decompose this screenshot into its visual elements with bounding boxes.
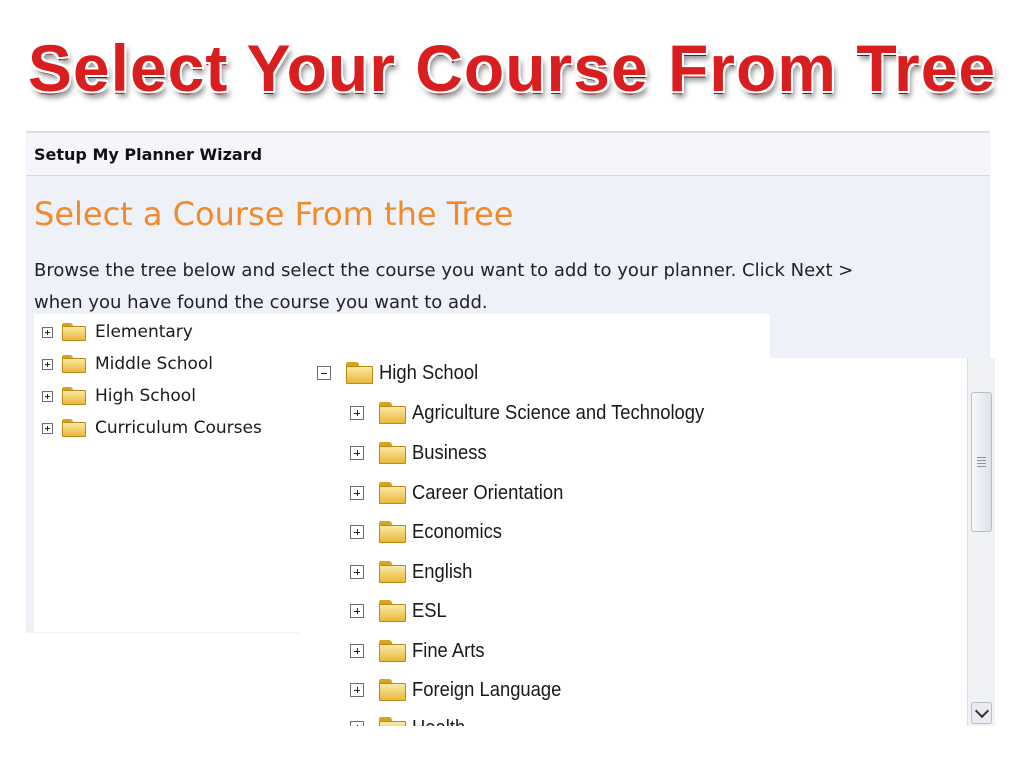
- expand-icon[interactable]: [350, 406, 364, 420]
- folder-icon: [378, 481, 406, 505]
- tree-node-middle-school[interactable]: Middle School: [42, 351, 213, 377]
- chevron-down-icon: [974, 703, 989, 719]
- tree-node-elementary[interactable]: Elementary: [42, 319, 193, 345]
- tree-node-high-school[interactable]: High School: [42, 383, 196, 409]
- folder-icon: [61, 322, 87, 342]
- tree-node-high-school-expanded[interactable]: High School: [317, 358, 487, 388]
- slide-title: Select Your Course From Tree: [27, 31, 997, 105]
- expand-icon[interactable]: [42, 326, 53, 338]
- scroll-down-button[interactable]: [971, 702, 992, 724]
- tree-node-label: Middle School: [95, 354, 213, 374]
- tree-node-curriculum-courses[interactable]: Curriculum Courses: [42, 415, 262, 441]
- tree-node-label: Agriculture Science and Technology: [412, 401, 705, 424]
- expand-icon[interactable]: [350, 721, 364, 726]
- wizard-heading: Select a Course From the Tree: [34, 195, 514, 233]
- tree-node-label: Curriculum Courses: [95, 418, 262, 438]
- folder-icon: [345, 361, 373, 385]
- folder-icon: [378, 599, 406, 623]
- collapse-icon[interactable]: [317, 366, 331, 380]
- tree-node-label: Career Orientation: [412, 481, 564, 504]
- tree-node-label: High School: [95, 386, 196, 406]
- expand-icon[interactable]: [350, 486, 364, 500]
- expand-icon[interactable]: [350, 644, 364, 658]
- wizard-title: Setup My Planner Wizard: [26, 133, 990, 176]
- tree-node-label: English: [412, 560, 473, 583]
- expand-icon[interactable]: [350, 446, 364, 460]
- tree-scrollbar[interactable]: [967, 358, 995, 726]
- course-tree-zoomed: High School Agriculture Science and Tech…: [299, 358, 995, 726]
- folder-icon: [378, 401, 406, 425]
- grip-icon: [977, 457, 986, 467]
- tree-node-career-orientation[interactable]: Career Orientation: [350, 478, 577, 508]
- tree-node-fine-arts[interactable]: Fine Arts: [350, 636, 491, 666]
- tree-node-label: Elementary: [95, 322, 193, 342]
- tree-node-label: Economics: [412, 520, 502, 543]
- expand-icon[interactable]: [350, 565, 364, 579]
- tree-node-foreign-language[interactable]: Foreign Language: [350, 675, 574, 705]
- tree-node-health[interactable]: Health: [350, 713, 470, 726]
- expand-icon[interactable]: [42, 358, 53, 370]
- instructions-line-1: Browse the tree below and select the cou…: [34, 260, 854, 281]
- folder-icon: [378, 678, 406, 702]
- tree-node-label: High School: [379, 361, 479, 384]
- folder-icon: [378, 639, 406, 663]
- tree-node-label: Foreign Language: [412, 678, 562, 701]
- folder-icon: [378, 441, 406, 465]
- tree-node-business[interactable]: Business: [350, 438, 493, 468]
- tree-node-esl[interactable]: ESL: [350, 596, 450, 626]
- expand-icon[interactable]: [350, 604, 364, 618]
- folder-icon: [61, 354, 87, 374]
- folder-icon: [378, 716, 406, 726]
- expand-icon[interactable]: [350, 525, 364, 539]
- tree-node-label: Business: [412, 441, 487, 464]
- tree-node-agriculture[interactable]: Agriculture Science and Technology: [350, 398, 730, 428]
- folder-icon: [61, 418, 87, 438]
- folder-icon: [61, 386, 87, 406]
- tree-node-label: Fine Arts: [412, 639, 485, 662]
- folder-icon: [378, 560, 406, 584]
- tree-node-label: Health: [412, 717, 465, 727]
- tree-node-label: ESL: [412, 599, 447, 622]
- expand-icon[interactable]: [350, 683, 364, 697]
- expand-icon[interactable]: [42, 422, 53, 434]
- folder-icon: [378, 520, 406, 544]
- tree-node-english[interactable]: English: [350, 557, 478, 587]
- wizard-instructions: Browse the tree below and select the cou…: [34, 255, 994, 319]
- tree-node-economics[interactable]: Economics: [350, 517, 510, 547]
- expand-icon[interactable]: [42, 390, 53, 402]
- scroll-thumb[interactable]: [971, 392, 992, 532]
